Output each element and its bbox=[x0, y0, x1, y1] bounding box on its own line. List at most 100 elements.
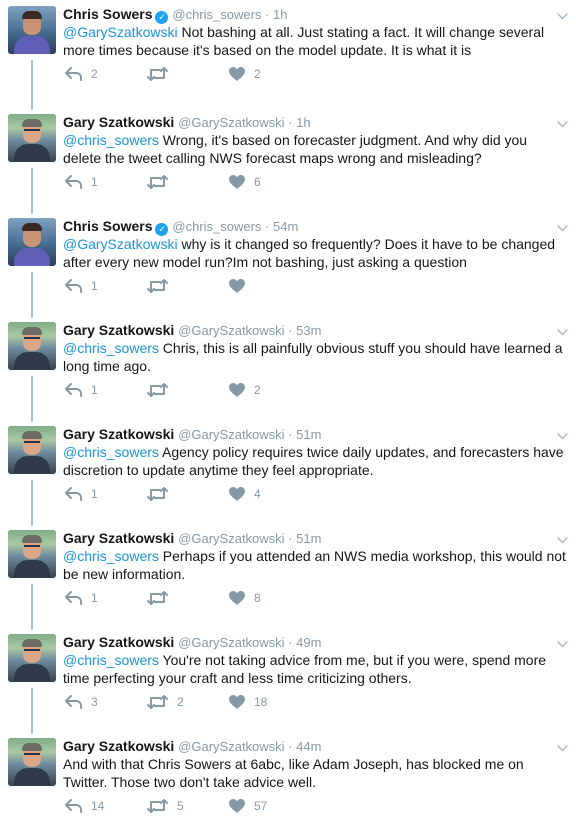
avatar[interactable] bbox=[8, 738, 56, 786]
chevron-down-icon[interactable] bbox=[557, 739, 568, 752]
replies-count: 3 bbox=[91, 695, 98, 709]
user-handle[interactable]: @GarySzatkowski bbox=[178, 739, 284, 754]
display-name[interactable]: Chris Sowers bbox=[63, 218, 152, 234]
user-handle[interactable]: @GarySzatkowski bbox=[178, 115, 284, 130]
retweet-button[interactable] bbox=[147, 381, 177, 399]
retweet-button[interactable] bbox=[147, 65, 177, 83]
replies-count: 14 bbox=[91, 799, 105, 813]
chevron-down-icon[interactable] bbox=[557, 635, 568, 648]
tweet-header: Gary Szatkowski @GarySzatkowski · 53m bbox=[63, 321, 321, 339]
tweet: Gary Szatkowski @GarySzatkowski · 49m @ch… bbox=[0, 628, 576, 732]
display-name[interactable]: Gary Szatkowski bbox=[63, 114, 174, 130]
tweet-header: Gary Szatkowski @GarySzatkowski · 51m bbox=[63, 529, 321, 547]
mention-link[interactable]: @GarySzatkowski bbox=[63, 24, 178, 40]
display-name[interactable]: Gary Szatkowski bbox=[63, 530, 174, 546]
reply-button[interactable]: 1 bbox=[65, 381, 98, 399]
reply-icon bbox=[65, 383, 82, 397]
retweets-count: 5 bbox=[177, 799, 184, 813]
mention-link[interactable]: @chris_sowers bbox=[63, 132, 159, 148]
retweet-button[interactable] bbox=[147, 173, 177, 191]
reply-button[interactable]: 1 bbox=[65, 589, 98, 607]
timestamp[interactable]: 49m bbox=[296, 635, 321, 650]
replies-count: 1 bbox=[91, 279, 98, 293]
retweet-icon bbox=[147, 487, 168, 501]
separator-dot: · bbox=[284, 635, 297, 650]
like-button[interactable]: 2 bbox=[229, 65, 261, 83]
tweet-header: Gary Szatkowski @GarySzatkowski · 44m bbox=[63, 737, 321, 755]
thread-connector-line bbox=[31, 168, 33, 214]
user-handle[interactable]: @GarySzatkowski bbox=[178, 323, 284, 338]
tweet: Gary Szatkowski @GarySzatkowski · 1h @chr… bbox=[0, 108, 576, 212]
avatar[interactable] bbox=[8, 218, 56, 266]
mention-link[interactable]: @chris_sowers bbox=[63, 444, 159, 460]
mention-link[interactable]: @chris_sowers bbox=[63, 548, 159, 564]
user-handle[interactable]: @GarySzatkowski bbox=[178, 635, 284, 650]
chevron-down-icon[interactable] bbox=[557, 427, 568, 440]
display-name[interactable]: Gary Szatkowski bbox=[63, 322, 174, 338]
like-button[interactable] bbox=[229, 277, 254, 295]
like-button[interactable]: 57 bbox=[229, 797, 267, 815]
chevron-down-icon[interactable] bbox=[557, 219, 568, 232]
reply-button[interactable]: 14 bbox=[65, 797, 104, 815]
mention-link[interactable]: @GarySzatkowski bbox=[63, 236, 178, 252]
tweet: Gary Szatkowski @GarySzatkowski · 51m @ch… bbox=[0, 420, 576, 524]
display-name[interactable]: Gary Szatkowski bbox=[63, 634, 174, 650]
heart-icon bbox=[229, 487, 245, 501]
tweet: Gary Szatkowski @GarySzatkowski · 51m @ch… bbox=[0, 524, 576, 628]
reply-button[interactable]: 1 bbox=[65, 485, 98, 503]
retweet-button[interactable]: 2 bbox=[147, 693, 184, 711]
user-handle[interactable]: @chris_sowers bbox=[172, 219, 261, 234]
chevron-down-icon[interactable] bbox=[557, 323, 568, 336]
avatar[interactable] bbox=[8, 322, 56, 370]
avatar[interactable] bbox=[8, 426, 56, 474]
avatar[interactable] bbox=[8, 6, 56, 54]
tweet: Chris Sowers ✓ @chris_sowers · 1h @GarySza… bbox=[0, 0, 576, 108]
retweet-button[interactable] bbox=[147, 277, 177, 295]
heart-icon bbox=[229, 591, 245, 605]
user-handle[interactable]: @GarySzatkowski bbox=[178, 427, 284, 442]
avatar[interactable] bbox=[8, 114, 56, 162]
like-button[interactable]: 18 bbox=[229, 693, 267, 711]
timestamp[interactable]: 51m bbox=[296, 427, 321, 442]
user-handle[interactable]: @chris_sowers bbox=[172, 7, 261, 22]
tweet-body: And with that Chris Sowers at 6abc, like… bbox=[63, 756, 524, 790]
avatar[interactable] bbox=[8, 530, 56, 578]
chevron-down-icon[interactable] bbox=[557, 115, 568, 128]
chevron-down-icon[interactable] bbox=[557, 7, 568, 20]
heart-icon bbox=[229, 383, 245, 397]
reply-icon bbox=[65, 175, 82, 189]
reply-button[interactable]: 3 bbox=[65, 693, 98, 711]
retweet-button[interactable] bbox=[147, 485, 177, 503]
separator-dot: · bbox=[284, 739, 297, 754]
replies-count: 1 bbox=[91, 383, 98, 397]
reply-button[interactable]: 2 bbox=[65, 65, 98, 83]
mention-link[interactable]: @chris_sowers bbox=[63, 340, 159, 356]
replies-count: 1 bbox=[91, 175, 98, 189]
timestamp[interactable]: 1h bbox=[273, 7, 287, 22]
timestamp[interactable]: 44m bbox=[296, 739, 321, 754]
chevron-down-icon[interactable] bbox=[557, 531, 568, 544]
avatar[interactable] bbox=[8, 634, 56, 682]
timestamp[interactable]: 53m bbox=[296, 323, 321, 338]
user-handle[interactable]: @GarySzatkowski bbox=[178, 531, 284, 546]
timestamp[interactable]: 54m bbox=[273, 219, 298, 234]
reply-button[interactable]: 1 bbox=[65, 173, 98, 191]
like-button[interactable]: 6 bbox=[229, 173, 261, 191]
replies-count: 2 bbox=[91, 67, 98, 81]
mention-link[interactable]: @chris_sowers bbox=[63, 652, 159, 668]
timestamp[interactable]: 1h bbox=[296, 115, 310, 130]
tweet-text: @chris_sowers Chris, this is all painful… bbox=[63, 339, 566, 375]
display-name[interactable]: Gary Szatkowski bbox=[63, 738, 174, 754]
like-button[interactable]: 4 bbox=[229, 485, 261, 503]
reply-button[interactable]: 1 bbox=[65, 277, 98, 295]
display-name[interactable]: Chris Sowers bbox=[63, 6, 152, 22]
like-button[interactable]: 2 bbox=[229, 381, 261, 399]
conversation-thread: Chris Sowers ✓ @chris_sowers · 1h @GarySza… bbox=[0, 0, 576, 817]
separator-dot: · bbox=[284, 531, 297, 546]
retweet-button[interactable] bbox=[147, 589, 177, 607]
timestamp[interactable]: 51m bbox=[296, 531, 321, 546]
display-name[interactable]: Gary Szatkowski bbox=[63, 426, 174, 442]
retweet-button[interactable]: 5 bbox=[147, 797, 184, 815]
like-button[interactable]: 8 bbox=[229, 589, 261, 607]
tweet-text: @chris_sowers Wrong, it's based on forec… bbox=[63, 131, 566, 167]
